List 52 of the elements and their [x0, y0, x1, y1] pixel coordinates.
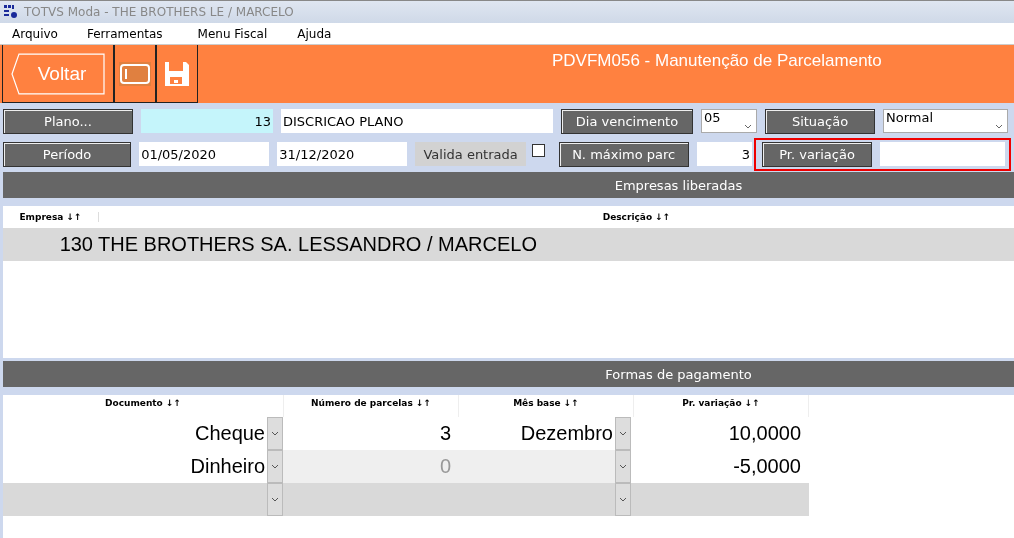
window-title: TOTVS Moda - THE BROTHERS LE / MARCELO [24, 5, 294, 19]
plano-button[interactable]: Plano... [3, 108, 133, 134]
section-title: Empresas liberadas [614, 177, 743, 193]
dropdown-button[interactable] [615, 417, 631, 450]
chevron-icon [995, 124, 1003, 129]
dropdown-button[interactable] [267, 483, 283, 516]
table-cell: 0 [439, 455, 451, 478]
table-row[interactable]: 130 THE BROTHERS SA. LESSANDRO / MARCELO [3, 228, 1014, 261]
column-header[interactable]: Empresa ↓↑ [3, 212, 99, 222]
max-parcelas-button[interactable]: N. máximo parc [558, 141, 689, 167]
chevron-icon [271, 497, 279, 502]
table-cell: 10,0000 [728, 422, 801, 445]
variacao-button[interactable]: Pr. variação [762, 141, 872, 167]
chevron-icon [619, 464, 627, 469]
plano-code-field[interactable]: 13 [141, 109, 273, 133]
dia-vencimento-button[interactable]: Dia vencimento [561, 108, 693, 134]
dropdown-button[interactable] [615, 483, 631, 516]
app-icon [4, 5, 18, 19]
table-cell: Dinheiro [190, 455, 265, 478]
valida-entrada-checkbox[interactable] [531, 143, 545, 157]
menu-item[interactable]: Ajuda [297, 26, 332, 41]
table-cell: Cheque [194, 422, 265, 445]
chevron-icon [619, 431, 627, 436]
max-parcelas-field[interactable]: 3 [696, 142, 752, 166]
variacao-field[interactable] [880, 141, 1005, 166]
screen-button[interactable] [119, 61, 151, 86]
chevron-icon [271, 464, 279, 469]
screen-title: PDVFM056 - Manutenção de Parcelamento [552, 51, 882, 71]
menu-item[interactable]: Arquivo [12, 26, 58, 41]
chevron-icon [619, 497, 627, 502]
chevron-icon [744, 124, 752, 129]
column-header[interactable]: Descrição ↓↑ [99, 212, 1014, 222]
chevron-icon [271, 431, 279, 436]
plano-description-field[interactable]: DISCRICAO PLANO [281, 109, 553, 133]
table-cell: Dezembro [520, 422, 613, 445]
dia-vencimento-select[interactable]: 05 [701, 109, 757, 133]
table-cell: 3 [439, 422, 451, 445]
table-cell: THE BROTHERS SA. LESSANDRO / MARCELO [98, 233, 537, 256]
save-button[interactable] [164, 60, 190, 87]
menu-item[interactable]: Ferramentas [86, 26, 163, 41]
menu-item[interactable]: Menu Fiscal [197, 26, 268, 41]
valida-entrada-label: Valida entrada [415, 142, 526, 166]
end-date-field[interactable]: 31/12/2020 [277, 142, 408, 166]
table-cell: -5,0000 [733, 455, 801, 478]
situacao-button[interactable]: Situação [765, 108, 875, 134]
periodo-button[interactable]: Período [3, 141, 132, 167]
start-date-field[interactable]: 01/05/2020 [139, 142, 270, 166]
table-cell-text: 130 [58, 233, 94, 256]
section-title: Formas de pagamento [605, 366, 752, 382]
table-row[interactable] [3, 483, 809, 516]
situacao-select[interactable]: Normal [883, 109, 1008, 133]
dropdown-button[interactable] [267, 417, 283, 450]
